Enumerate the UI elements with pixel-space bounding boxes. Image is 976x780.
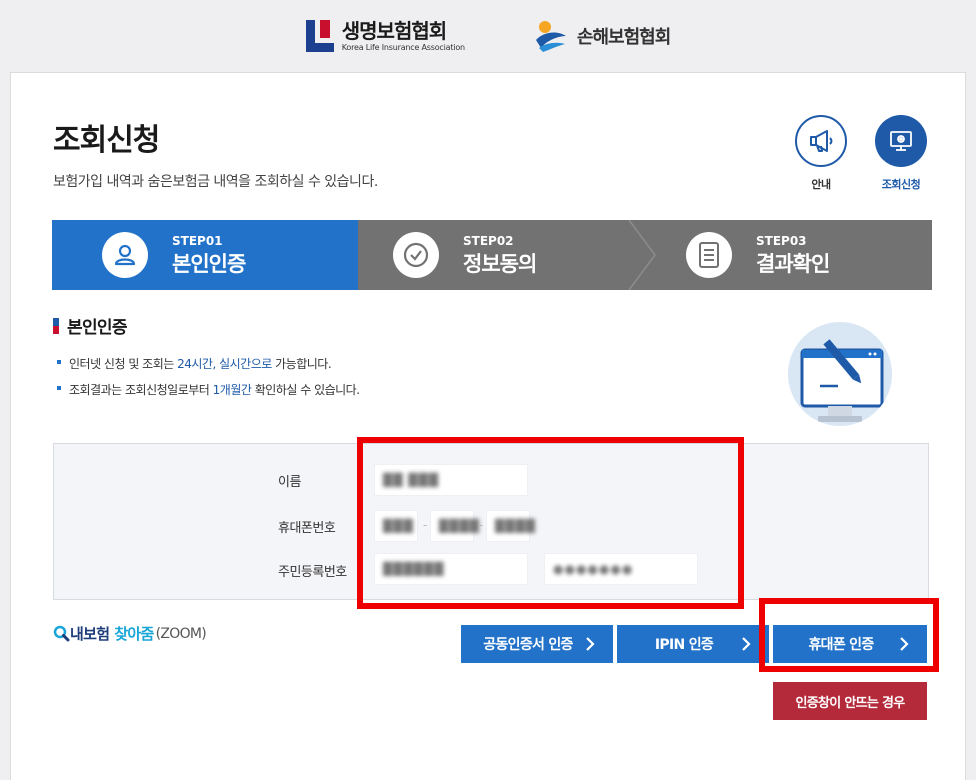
section-title-marker — [53, 317, 59, 334]
monitor-icon — [875, 115, 927, 167]
step-3-number: STEP03 — [756, 234, 807, 248]
chevron-right-icon — [586, 637, 595, 651]
step-2-name: 정보동의 — [463, 252, 537, 276]
my-insurance-zoom-logo[interactable]: 내보험 찾아줌 (ZOOM) — [53, 623, 207, 644]
step-3: STEP03 결과확인 — [686, 220, 830, 290]
step-1-name: 본인인증 — [172, 252, 246, 276]
phone-last-input[interactable]: ████ — [486, 510, 535, 542]
rrn-back-input[interactable]: ●●●●●●● — [544, 553, 698, 585]
gnia-logo-icon — [533, 18, 569, 54]
magnifier-icon — [53, 625, 70, 642]
page-title: 조회신청 — [53, 123, 160, 158]
monitor-illustration-icon — [788, 322, 892, 426]
klia-logo-name: 생명보험협회 — [341, 18, 447, 43]
chevron-right-icon — [742, 637, 751, 651]
megaphone-icon — [795, 115, 847, 167]
klia-logo[interactable]: 생명보험협회 Korea Life Insurance Association — [305, 18, 465, 52]
identity-form: 이름 ██ ███ 휴대폰번호 ███ - ████ - ████ 주민등록번호… — [53, 443, 929, 600]
ipin-auth-button[interactable]: IPIN 인증 — [617, 625, 769, 663]
notice-list: 인터넷 신청 및 조회는 24시간, 실시간으로 가능합니다. 조회결과는 조회… — [57, 355, 360, 407]
gnia-logo[interactable]: 손해보험협회 — [533, 18, 671, 54]
name-label: 이름 — [278, 475, 301, 490]
site-header: 생명보험협회 Korea Life Insurance Association … — [0, 0, 976, 72]
step-1-number: STEP01 — [172, 234, 223, 248]
inquiry-link[interactable]: 조회신청 — [866, 115, 936, 192]
klia-logo-icon — [305, 20, 334, 52]
page-description: 보험가입 내역과 숨은보험금 내역을 조회하실 수 있습니다. — [53, 174, 378, 190]
gnia-logo-name: 손해보험협회 — [576, 27, 671, 48]
chevron-right-icon — [900, 637, 909, 651]
rrn-front-input[interactable]: ██████ — [374, 553, 528, 585]
name-input[interactable]: ██ ███ — [374, 464, 528, 496]
notice-item: 조회결과는 조회신청일로부터 1개월간 확인하실 수 있습니다. — [57, 381, 360, 398]
step-separator — [628, 220, 656, 290]
main-card: 조회신청 보험가입 내역과 숨은보험금 내역을 조회하실 수 있습니다. 안내 … — [10, 72, 966, 780]
phone-label: 휴대폰번호 — [278, 521, 336, 536]
document-icon — [686, 232, 732, 278]
cert-auth-button[interactable]: 공동인증서 인증 — [461, 625, 613, 663]
section-title: 본인인증 — [53, 313, 127, 338]
inquiry-link-label: 조회신청 — [881, 178, 921, 191]
check-circle-icon — [393, 232, 439, 278]
step-3-name: 결과확인 — [756, 252, 830, 276]
step-2: STEP02 정보동의 — [393, 220, 537, 290]
user-icon — [102, 232, 148, 278]
notice-item: 인터넷 신청 및 조회는 24시간, 실시간으로 가능합니다. — [57, 355, 360, 372]
phone-auth-button[interactable]: 휴대폰 인증 — [773, 625, 927, 663]
klia-logo-english: Korea Life Insurance Association — [341, 42, 465, 52]
guide-link[interactable]: 안내 — [786, 115, 856, 192]
step-1: STEP01 본인인증 — [102, 220, 246, 290]
rrn-label: 주민등록번호 — [278, 565, 347, 580]
phone-middle-input[interactable]: ████ — [430, 510, 479, 542]
step-progress-bar: STEP01 본인인증 STEP02 정보동의 STEP03 결과확인 — [52, 220, 932, 290]
guide-link-label: 안내 — [811, 178, 831, 191]
phone-prefix-input[interactable]: ███ — [374, 510, 418, 542]
popup-not-showing-button[interactable]: 인증창이 안뜨는 경우 — [773, 682, 927, 720]
step-2-number: STEP02 — [463, 234, 514, 248]
